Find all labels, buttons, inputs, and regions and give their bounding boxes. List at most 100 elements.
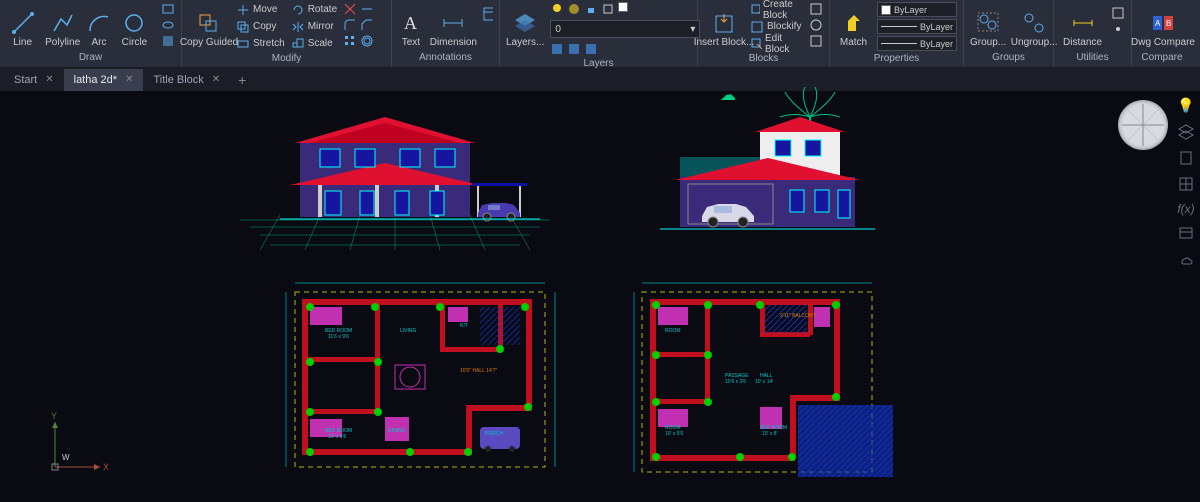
calculator-icon[interactable] <box>1111 6 1125 20</box>
stretch-button[interactable]: Stretch <box>236 36 285 51</box>
panel-modify: Copy Guided Move Copy Stretch Rotate Mir… <box>182 0 392 67</box>
panel-groups-label: Groups <box>970 50 1047 65</box>
panel-blocks: Insert Block... +Create Block Blockify E… <box>698 0 830 67</box>
ungroup-label: Ungroup... <box>1011 37 1058 48</box>
layout-icon[interactable] <box>1178 226 1194 242</box>
move-button[interactable]: Move <box>236 2 285 17</box>
rotate-button[interactable]: Rotate <box>291 2 337 17</box>
fx-icon[interactable]: f(x) <box>1177 202 1194 216</box>
edit-block-button[interactable]: Edit Block <box>750 36 803 51</box>
close-icon[interactable]: ✕ <box>45 74 53 85</box>
svg-text:9'11" BALCONY: 9'11" BALCONY <box>780 313 817 319</box>
layers-label: Layers... <box>506 37 544 48</box>
panel-annotations: A Text Dimension Annotations <box>392 0 500 67</box>
dimension-icon <box>441 11 465 35</box>
tab-title-block[interactable]: Title Block✕ <box>143 69 230 91</box>
tab-start[interactable]: Start✕ <box>4 69 64 91</box>
panel-draw: Line Polyline Arc Circle Draw <box>0 0 182 67</box>
layer-freeze-icon[interactable] <box>567 2 581 16</box>
polyline-button[interactable]: Polyline <box>45 2 80 50</box>
first-floor-plan-svg: ROOM ROOM10' x 9'6 BED ROOM10' x 8' PASS… <box>630 277 930 497</box>
scale-button[interactable]: Scale <box>291 36 337 51</box>
linetype-dropdown[interactable]: ByLayer <box>877 36 957 51</box>
add-tab-button[interactable]: + <box>230 72 254 88</box>
match-properties-button[interactable]: Match <box>836 2 871 50</box>
line-label: Line <box>13 37 32 48</box>
layer-current-dropdown[interactable]: 0 ▾ <box>550 20 700 38</box>
svg-text:A: A <box>1155 19 1161 28</box>
offset-icon[interactable] <box>360 34 374 48</box>
layer-color-swatch[interactable] <box>618 2 628 12</box>
rectangle-icon[interactable] <box>161 2 175 16</box>
stretch-icon <box>236 37 250 51</box>
copy-guided-button[interactable]: Copy Guided <box>188 2 230 50</box>
close-icon[interactable]: ✕ <box>212 74 220 85</box>
scale-icon <box>291 37 305 51</box>
text-label: Text <box>402 37 420 48</box>
mirror-button[interactable]: Mirror <box>291 19 337 34</box>
color-dropdown[interactable]: ByLayer <box>877 2 957 17</box>
panel-groups: Group... Ungroup... Groups <box>964 0 1054 67</box>
distance-button[interactable]: Distance <box>1060 2 1105 50</box>
drawing-canvas[interactable]: 💡 f(x) X Y W ☁ <box>0 92 1200 502</box>
layer-tool-2-icon[interactable] <box>567 42 581 56</box>
clipboard-icon[interactable] <box>1178 150 1194 166</box>
insert-block-button[interactable]: Insert Block... <box>704 2 744 50</box>
svg-text:+: + <box>758 8 760 17</box>
chamfer-icon[interactable] <box>360 18 374 32</box>
layer-tool-1-icon[interactable] <box>550 42 564 56</box>
mirror-icon <box>291 20 305 34</box>
hatch-icon[interactable] <box>161 34 175 48</box>
close-icon[interactable]: ✕ <box>125 74 133 85</box>
panel-blocks-label: Blocks <box>704 51 823 66</box>
layer-bulb-icon[interactable] <box>550 2 564 16</box>
chevron-down-icon: ▾ <box>690 24 695 35</box>
ungroup-button[interactable]: Ungroup... <box>1012 2 1056 50</box>
fillet-icon[interactable] <box>343 18 357 32</box>
layer-tool-3-icon[interactable] <box>584 42 598 56</box>
dwg-compare-button[interactable]: AB Dwg Compare <box>1138 2 1188 50</box>
layers-stack-icon[interactable] <box>1178 124 1194 140</box>
front-elevation-svg <box>280 107 540 222</box>
block-attr-icon[interactable] <box>809 2 823 16</box>
point-icon[interactable] <box>1111 22 1125 36</box>
block-replace-icon[interactable] <box>809 34 823 48</box>
extend-icon[interactable] <box>360 2 374 16</box>
group-button[interactable]: Group... <box>970 2 1006 50</box>
color-swatch <box>881 5 891 15</box>
line-button[interactable]: Line <box>6 2 39 50</box>
layer-lock-icon[interactable] <box>584 2 598 16</box>
svg-text:10' x 14': 10' x 14' <box>755 379 773 385</box>
svg-text:10'6 x 3'6: 10'6 x 3'6 <box>725 379 746 385</box>
trim-icon[interactable] <box>343 2 357 16</box>
arc-button[interactable]: Arc <box>86 2 112 50</box>
array-icon[interactable] <box>343 34 357 48</box>
svg-text:ROOM: ROOM <box>665 328 681 334</box>
copy-button[interactable]: Copy <box>236 19 285 34</box>
ground-floor-plan-drawing: BED ROOM11'6 x 9'6 BED ROOM10' x 9'6 LIV… <box>280 277 580 497</box>
view-cube[interactable] <box>1118 100 1168 150</box>
lineweight-dropdown[interactable]: ByLayer <box>877 19 957 34</box>
svg-text:KIT: KIT <box>460 323 468 329</box>
panel-utilities-label: Utilities <box>1060 50 1125 65</box>
text-icon: A <box>399 11 423 35</box>
ellipse-icon[interactable] <box>161 18 175 32</box>
distance-icon <box>1071 11 1095 35</box>
circle-button[interactable]: Circle <box>118 2 151 50</box>
lightbulb-icon[interactable]: 💡 <box>1177 97 1194 114</box>
layers-button[interactable]: Layers... <box>506 2 544 50</box>
create-block-button[interactable]: +Create Block <box>750 2 803 17</box>
layer-plot-icon[interactable] <box>601 2 615 16</box>
dimension-button[interactable]: Dimension <box>430 2 477 50</box>
insert-block-icon <box>712 12 736 36</box>
first-floor-plan-drawing: ROOM ROOM10' x 9'6 BED ROOM10' x 8' PASS… <box>630 277 930 497</box>
panel-modify-label: Modify <box>188 51 385 66</box>
grid-icon[interactable] <box>1178 176 1194 192</box>
move-icon <box>236 3 250 17</box>
linetype-preview <box>881 43 917 44</box>
cloud-icon[interactable] <box>1178 252 1194 268</box>
text-button[interactable]: A Text <box>398 2 424 50</box>
block-sync-icon[interactable] <box>809 18 823 32</box>
table-icon[interactable] <box>483 7 493 21</box>
tab-latha-2d[interactable]: latha 2d*✕ <box>64 69 144 91</box>
